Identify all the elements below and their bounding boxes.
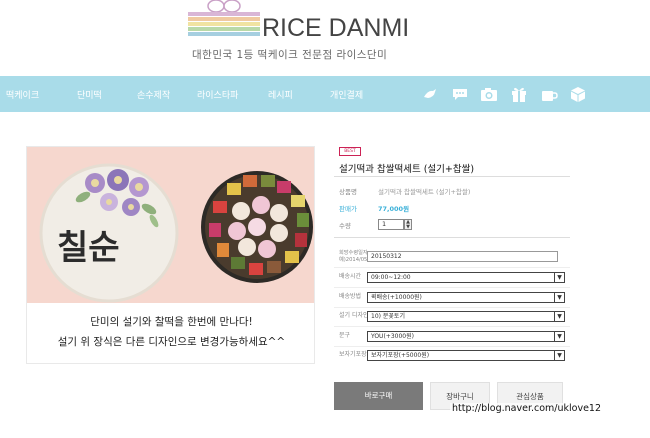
chevron-down-icon: ▼ — [554, 332, 564, 341]
option-divider — [334, 326, 570, 327]
brand-tagline: 대한민국 1등 떡케이크 전문점 라이스단미 — [192, 49, 388, 61]
design-value: 10) 분꽃토기 — [371, 313, 405, 320]
quantity-label: 수량 — [339, 222, 351, 230]
nav-item-handmade[interactable]: 손수제작 — [137, 88, 170, 101]
wrapping-value: 보자기포장(+5000원) — [371, 352, 430, 359]
gift-icon[interactable] — [510, 85, 528, 103]
logo-stripes-icon — [188, 0, 260, 36]
nav-item-rice-tapa[interactable]: 라이스타파 — [197, 88, 238, 101]
bird-icon[interactable] — [421, 85, 439, 103]
price-label: 판매가 — [339, 205, 357, 213]
price-value: 77,000원 — [378, 205, 410, 213]
nav-item-danmi-tteok[interactable]: 단미떡 — [77, 88, 102, 101]
product-title: 설기떡과 찹쌀떡세트 (설기+찹쌀) — [339, 164, 475, 175]
quantity-input[interactable]: 1 — [378, 219, 404, 230]
delivery-method-select[interactable]: 퀵배송(+10000원) ▼ — [367, 292, 565, 303]
wrapping-select[interactable]: 보자기포장(+5000원) ▼ — [367, 350, 565, 361]
main-nav: 떡케이크 단미떡 손수제작 라이스타파 레시피 개인결제 — [0, 76, 650, 112]
product-image: 칠순 단미의 설기와 찰떡을 한번에 만나다! 설기 위 장식은 다른 디자인으… — [26, 146, 315, 364]
option-label-delivery-method: 배송방법 — [339, 293, 362, 300]
design-select[interactable]: 10) 분꽃토기 ▼ — [367, 311, 565, 322]
message-value: YOU(+3000원) — [371, 333, 414, 340]
option-label-wrapping: 보자기포장 — [339, 351, 367, 358]
chat-icon[interactable] — [451, 85, 469, 103]
cup-icon[interactable] — [540, 85, 558, 103]
caption-line-2: 설기 위 장식은 다른 디자인으로 변경가능하세요^^ — [57, 336, 286, 348]
chevron-down-icon: ▼ — [554, 351, 564, 360]
option-label-design: 설기 디자인 — [339, 312, 369, 319]
chevron-down-icon: ▼ — [554, 273, 564, 282]
product-name-label: 상품명 — [339, 188, 357, 196]
best-badge: BEST — [339, 147, 361, 156]
nav-item-rice-cake[interactable]: 떡케이크 — [6, 88, 39, 101]
cake-lettering: 칠순 — [57, 228, 120, 268]
box-icon[interactable] — [569, 85, 587, 103]
rice-cake-photo: 칠순 — [27, 147, 314, 303]
nav-item-private-payment[interactable]: 개인결제 — [330, 88, 363, 101]
delivery-method-value: 퀵배송(+10000원) — [371, 294, 422, 301]
product-name-value: 설기떡과 찹쌀떡세트 (설기+찹쌀) — [378, 188, 471, 196]
camera-icon[interactable] — [480, 85, 498, 103]
option-divider — [334, 346, 570, 347]
brand-name: RICE DANMI — [262, 14, 410, 42]
blog-watermark: http://blog.naver.com/uklove12 — [450, 403, 604, 414]
option-divider — [334, 267, 570, 268]
message-select[interactable]: YOU(+3000원) ▼ — [367, 331, 565, 342]
option-label-message: 문구 — [339, 332, 351, 339]
divider — [334, 176, 570, 177]
caption-line-1: 단미의 설기와 찰떡을 한번에 만나다! — [90, 316, 253, 328]
image-caption: 단미의 설기와 찰떡을 한번에 만나다! 설기 위 장식은 다른 디자인으로 변… — [27, 303, 314, 363]
options-panel: 희망수령일자 예)2014/05/05 20150312 배송시간 09:00~… — [334, 238, 570, 366]
chevron-down-icon: ▼ — [554, 293, 564, 302]
chevron-down-icon: ▼ — [554, 312, 564, 321]
option-label-delivery-time: 배송시간 — [339, 273, 362, 280]
delivery-time-select[interactable]: 09:00~12:00 ▼ — [367, 272, 565, 283]
delivery-time-value: 09:00~12:00 — [371, 274, 411, 281]
option-divider — [334, 287, 570, 288]
nav-item-recipe[interactable]: 레시피 — [268, 88, 293, 101]
option-divider — [334, 307, 570, 308]
quantity-stepper[interactable]: ▲ ▼ — [404, 219, 412, 230]
buy-now-button[interactable]: 바로구매 — [334, 382, 423, 410]
delivery-date-input[interactable]: 20150312 — [367, 251, 558, 262]
